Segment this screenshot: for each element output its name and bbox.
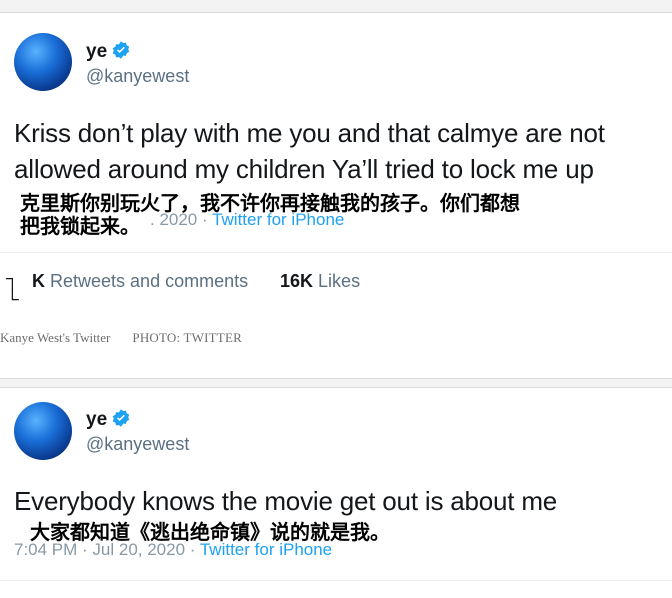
photo-credit: Kanye West's Twitter PHOTO: TWITTER — [0, 330, 242, 346]
retweets-label: Retweets and comments — [50, 271, 249, 291]
tweet-text-line-2: allowed around my children Ya’ll tried t… — [14, 154, 594, 184]
screenshot-collage: ye @kanyewest Kriss don’t play with me y… — [0, 0, 672, 598]
retweets-stat[interactable]: K Retweets and comments — [32, 271, 248, 292]
avatar[interactable] — [14, 33, 72, 91]
handle[interactable]: @kanyewest — [86, 66, 189, 87]
divider — [0, 252, 672, 253]
likes-label: Likes — [318, 271, 361, 291]
credit-photo: PHOTO: TWITTER — [132, 330, 242, 345]
tweet-card-1: ye @kanyewest Kriss don’t play with me y… — [0, 0, 672, 309]
retweets-count: K — [32, 271, 45, 291]
chinese-caption-line-2: 把我锁起来。 — [20, 216, 140, 238]
retweet-icon: ┐ └ — [6, 268, 19, 309]
tweet-text-line-1: Everybody knows the movie get out is abo… — [14, 486, 558, 516]
tweet-stats: ┐ └ K Retweets and comments 16K Likes — [0, 266, 672, 309]
chinese-caption-line-1: 克里斯你别玩火了，我不许你再接触我的孩子。你们都想 — [20, 193, 520, 215]
tweet-text-line-1: Kriss don’t play with me you and that ca… — [14, 118, 605, 148]
chinese-caption-line-1: 大家都知道《逃出绝命镇》说的就是我。 — [30, 522, 390, 544]
verified-badge-icon — [111, 408, 131, 434]
tweet-card-2: ye @kanyewest Everybody knows the movie … — [0, 388, 672, 598]
display-name-text: ye — [86, 409, 108, 430]
likes-stat[interactable]: 16K Likes — [280, 271, 360, 292]
display-name[interactable]: ye — [86, 408, 131, 434]
display-name[interactable]: ye — [86, 40, 131, 66]
section-separator — [0, 378, 672, 388]
avatar[interactable] — [14, 402, 72, 460]
verified-badge-icon — [111, 40, 131, 66]
handle[interactable]: @kanyewest — [86, 434, 189, 455]
divider — [0, 580, 672, 581]
credit-source: Kanye West's Twitter — [0, 330, 111, 345]
display-name-text: ye — [86, 41, 108, 62]
likes-count: 16K — [280, 271, 314, 291]
